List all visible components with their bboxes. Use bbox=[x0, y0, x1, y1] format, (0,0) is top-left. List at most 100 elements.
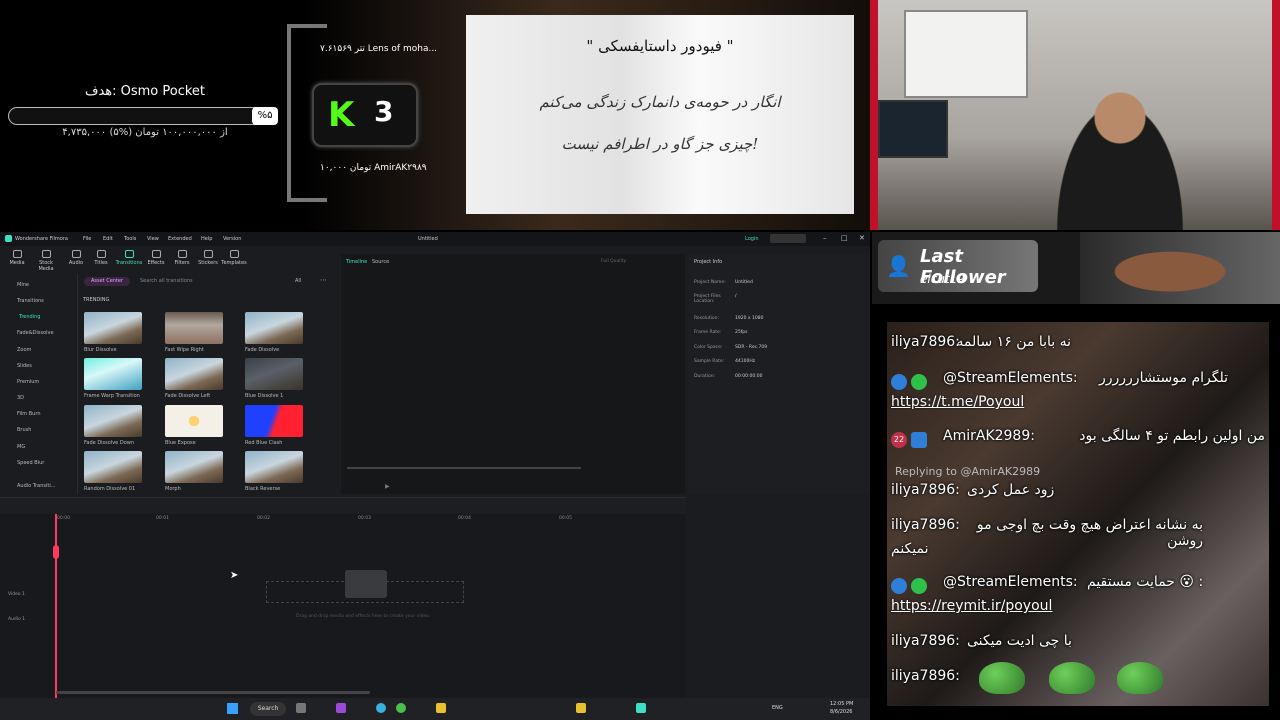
transition-thumb[interactable] bbox=[165, 451, 223, 483]
tool-stock-media[interactable]: Stock Media bbox=[32, 250, 60, 272]
transition-label: Fade Dissolve Down bbox=[84, 440, 135, 446]
og-badge-icon bbox=[911, 431, 927, 448]
timeline-scrollbar[interactable] bbox=[56, 691, 370, 694]
side-premium[interactable]: Premium bbox=[17, 379, 39, 385]
side-brush[interactable]: Brush bbox=[17, 427, 31, 433]
prop-label: Project Files Location: bbox=[694, 294, 721, 304]
transition-thumb[interactable] bbox=[245, 405, 303, 437]
transition-label: Fade Dissolve Left bbox=[165, 393, 211, 399]
verified-badge-icon bbox=[911, 373, 927, 390]
transition-thumb[interactable] bbox=[84, 312, 142, 344]
playhead[interactable] bbox=[55, 514, 57, 699]
menu-file[interactable]: File bbox=[83, 236, 91, 242]
transition-thumb[interactable] bbox=[165, 405, 223, 437]
filmora-taskbar-icon[interactable] bbox=[636, 703, 646, 713]
transition-thumb[interactable] bbox=[245, 358, 303, 390]
filter-dropdown[interactable]: All bbox=[295, 277, 301, 286]
minimize-icon[interactable]: – bbox=[823, 234, 827, 242]
clock-date[interactable]: 8/6/2026 bbox=[830, 709, 852, 715]
tool-stickers[interactable]: Stickers bbox=[194, 250, 222, 266]
play-icon[interactable]: ▶ bbox=[385, 483, 390, 490]
side-zoom[interactable]: Zoom bbox=[17, 347, 31, 353]
chat-link[interactable]: https://reymit.ir/poyoul bbox=[891, 598, 1052, 614]
chat-link[interactable]: https://t.me/Poyoul bbox=[891, 394, 1024, 410]
task-view-icon[interactable] bbox=[296, 703, 306, 713]
scrub-bar[interactable] bbox=[347, 467, 581, 469]
verified-badge-icon bbox=[911, 577, 927, 594]
ruler-tick: 00:01 bbox=[156, 516, 169, 521]
start-icon[interactable] bbox=[227, 703, 238, 714]
kick-count: 3 bbox=[374, 95, 394, 128]
background-monitor bbox=[878, 100, 948, 158]
menu-view[interactable]: View bbox=[147, 236, 159, 242]
more-icon[interactable]: ⋯ bbox=[320, 276, 327, 284]
asset-center-button[interactable]: Asset Center bbox=[84, 277, 130, 286]
side-slides[interactable]: Slides bbox=[17, 363, 32, 369]
upgrade-button[interactable] bbox=[770, 234, 806, 243]
playhead-handle[interactable] bbox=[53, 545, 59, 559]
search-input[interactable]: Search all transitions bbox=[140, 277, 290, 286]
transition-thumb[interactable] bbox=[165, 312, 223, 344]
maximize-icon[interactable]: □ bbox=[841, 234, 848, 242]
menu-edit[interactable]: Edit bbox=[103, 236, 113, 242]
tool-titles[interactable]: Titles bbox=[87, 250, 115, 266]
side-3d[interactable]: 3D bbox=[17, 395, 24, 401]
side-speed-blur[interactable]: Speed Blur bbox=[17, 460, 44, 466]
prop-label: Duration: bbox=[694, 374, 716, 379]
file-explorer-icon[interactable] bbox=[576, 703, 586, 713]
filmora-window[interactable]: Wondershare Filmora File Edit Tools View… bbox=[0, 232, 870, 699]
prop-value: / bbox=[735, 294, 737, 299]
tool-transitions[interactable]: Transitions bbox=[115, 250, 143, 266]
ruler-tick: 00:02 bbox=[257, 516, 270, 521]
audio-icon bbox=[71, 250, 81, 258]
edge-icon[interactable] bbox=[376, 703, 386, 713]
transition-thumb[interactable] bbox=[245, 312, 303, 344]
quality-dropdown[interactable]: Full Quality bbox=[601, 259, 626, 264]
menu-version[interactable]: Version bbox=[223, 236, 241, 242]
whiteboard bbox=[904, 10, 1028, 98]
transition-thumb[interactable] bbox=[84, 405, 142, 437]
tool-effects[interactable]: Effects bbox=[142, 250, 170, 266]
prop-label: Resolution: bbox=[694, 316, 720, 321]
ruler-tick: 00:04 bbox=[458, 516, 471, 521]
taskbar-search[interactable]: Search bbox=[250, 702, 286, 716]
chat-badges bbox=[891, 371, 931, 390]
side-fade-dissolve[interactable]: Fade&Dissolve bbox=[17, 330, 54, 336]
kick-logo-icon: K bbox=[328, 95, 355, 135]
transition-thumb[interactable] bbox=[84, 451, 142, 483]
tab-source[interactable]: Source bbox=[372, 259, 389, 265]
transition-thumb[interactable] bbox=[245, 451, 303, 483]
menu-help[interactable]: Help bbox=[201, 236, 212, 242]
quote-author: " فیودور داستایفسکی " bbox=[586, 37, 734, 55]
visual-studio-icon[interactable] bbox=[336, 703, 346, 713]
tool-templates[interactable]: Templates bbox=[220, 250, 248, 266]
document-title: Untitled bbox=[418, 236, 438, 242]
tab-timeline[interactable]: Timeline bbox=[346, 259, 367, 265]
timeline-panel[interactable]: 00:00 00:01 00:02 00:03 00:04 00:05 Vide… bbox=[0, 497, 686, 699]
clock-time[interactable]: 12:05 PM bbox=[830, 701, 853, 707]
prop-value: SDR - Rec.709 bbox=[735, 345, 768, 350]
app-icon[interactable] bbox=[436, 703, 446, 713]
menu-tools[interactable]: Tools bbox=[124, 236, 136, 242]
side-film-burn[interactable]: Film Burn bbox=[17, 411, 41, 417]
close-icon[interactable]: ✕ bbox=[859, 234, 865, 242]
language-indicator[interactable]: ENG bbox=[772, 705, 783, 711]
tool-media[interactable]: Media bbox=[3, 250, 31, 266]
side-mine[interactable]: Mine bbox=[17, 282, 29, 288]
menu-extended[interactable]: Extended bbox=[168, 236, 192, 242]
chat-text: حمایت مستقیم 😮 : bbox=[1087, 574, 1204, 590]
transition-thumb[interactable] bbox=[84, 358, 142, 390]
side-transitions[interactable]: Transitions bbox=[17, 298, 44, 304]
follower-name: elcut19 bbox=[920, 272, 965, 286]
chrome-icon[interactable] bbox=[396, 703, 406, 713]
tool-filters[interactable]: Filters bbox=[168, 250, 196, 266]
side-audio-transitions[interactable]: Audio Transiti... bbox=[17, 483, 56, 489]
tool-audio[interactable]: Audio bbox=[62, 250, 90, 266]
side-trending[interactable]: Trending bbox=[19, 314, 40, 320]
effects-icon bbox=[151, 250, 161, 258]
side-mg[interactable]: MG bbox=[17, 444, 25, 450]
follower-image bbox=[1080, 232, 1280, 304]
login-button[interactable]: Login bbox=[745, 236, 759, 242]
transition-thumb[interactable] bbox=[165, 358, 223, 390]
pepe-emote-icon bbox=[979, 662, 1025, 694]
